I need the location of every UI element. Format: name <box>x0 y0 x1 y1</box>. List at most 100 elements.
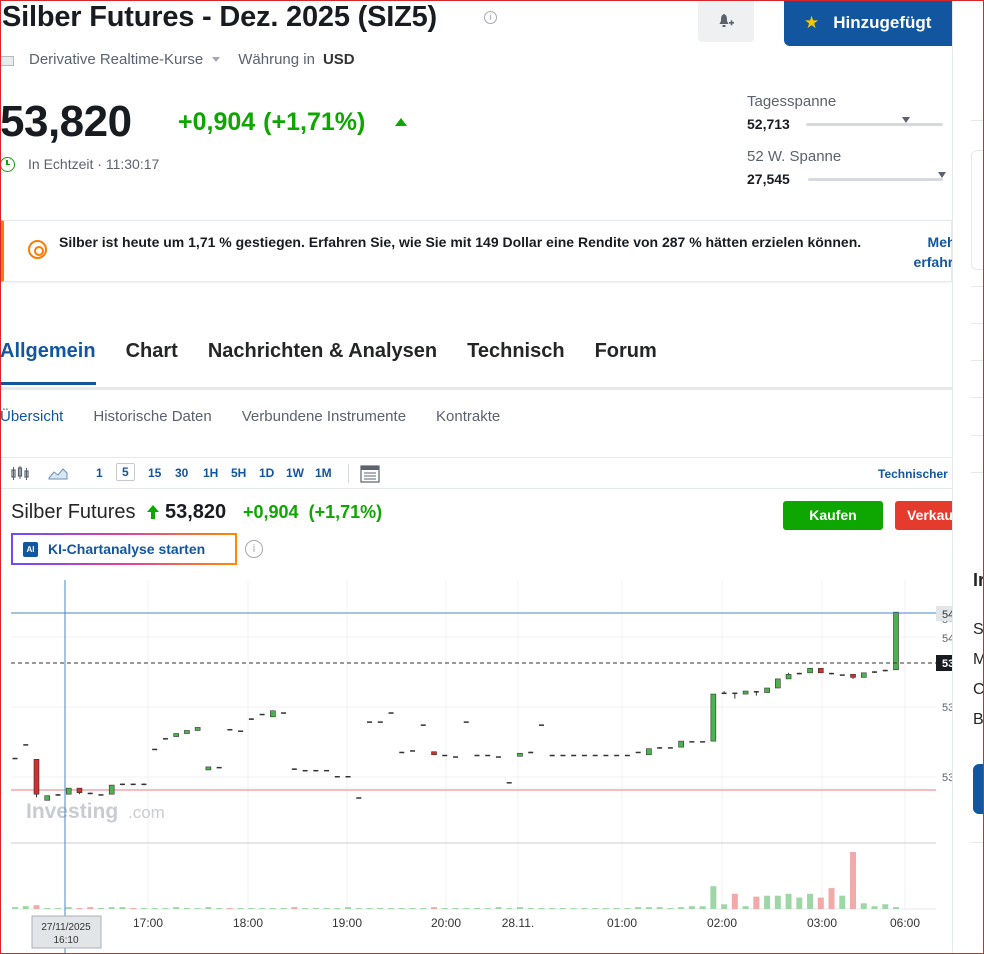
candle <box>474 754 480 757</box>
x-tick-label: 06:00 <box>890 916 920 930</box>
tab-technical[interactable]: Technisch <box>467 340 564 385</box>
info-icon[interactable]: i <box>484 11 497 24</box>
candle <box>420 724 426 726</box>
day-range-marker <box>902 117 910 123</box>
week52-range: 52 W. Spanne 27,545 <box>747 148 947 187</box>
candle <box>55 794 61 796</box>
candle <box>850 674 856 678</box>
price-change: +0,904 (+1,71%) <box>178 108 365 137</box>
arrow-up-icon <box>147 505 159 519</box>
subtab-historical-data[interactable]: Historische Daten <box>93 408 211 425</box>
volume-bar <box>592 908 599 910</box>
volume-bar <box>602 908 609 910</box>
volume-bar <box>624 908 631 910</box>
volume-bar <box>506 908 513 910</box>
candle <box>710 693 717 742</box>
price-chart[interactable]: Investing.com54545353545317:0018:0019:00… <box>0 580 952 954</box>
candle <box>410 750 416 752</box>
tab-news[interactable]: Nachrichten & Analysen <box>208 340 437 385</box>
promo-text: Silber ist heute um 1,71 % gestiegen. Er… <box>59 234 862 250</box>
source-dropdown-label[interactable]: Derivative Realtime-Kurse <box>29 51 203 68</box>
y-tick-label: 53 <box>942 702 952 714</box>
candle <box>592 754 598 757</box>
currency-value: USD <box>322 51 355 68</box>
rail-line: B <box>973 711 984 728</box>
timeframe-1m[interactable]: 1M <box>315 466 332 480</box>
tab-forum[interactable]: Forum <box>595 340 657 385</box>
timeframe-30[interactable]: 30 <box>175 466 188 480</box>
volume-bar <box>291 907 298 909</box>
watchlist-added-button[interactable]: ★ Hinzugefügt <box>784 0 952 46</box>
candle <box>742 690 749 695</box>
learn-more-line1[interactable]: Mehr <box>901 232 952 252</box>
sell-button[interactable]: Verkau <box>895 501 952 530</box>
candle <box>785 674 792 680</box>
timeframe-1d[interactable]: 1D <box>259 466 274 480</box>
candle <box>678 740 684 748</box>
volume-bar <box>151 908 158 910</box>
chevron-down-icon[interactable] <box>212 57 221 62</box>
candle <box>259 713 265 716</box>
candle <box>603 754 609 757</box>
volume-bar <box>764 895 771 909</box>
tab-allgemein[interactable]: Allgemein <box>0 340 96 385</box>
candle <box>829 672 835 675</box>
candle <box>87 792 93 795</box>
subtab-related-instruments[interactable]: Verbundene Instrumente <box>242 408 406 425</box>
volume-bar <box>656 907 663 909</box>
ai-chart-analysis-button[interactable]: AI KI-Chartanalyse starten <box>11 533 237 565</box>
table-view-icon[interactable] <box>360 465 380 483</box>
candle <box>44 795 51 801</box>
candle <box>635 751 641 754</box>
crosshair-price-label: 54 <box>942 609 952 621</box>
candle <box>23 744 29 746</box>
timeframe-5[interactable]: 5 <box>116 463 135 481</box>
buy-button[interactable]: Kaufen <box>783 501 883 530</box>
candle <box>173 733 179 737</box>
timeframe-1w[interactable]: 1W <box>286 466 304 480</box>
timeframe-1[interactable]: 1 <box>96 466 103 480</box>
volume-bar <box>108 907 115 909</box>
volume-bar <box>65 907 72 909</box>
change-percent: (+1,71%) <box>263 108 366 136</box>
rail-button[interactable] <box>973 764 984 814</box>
timeframe-5h[interactable]: 5H <box>231 466 246 480</box>
candle <box>98 794 104 796</box>
right-sidebar: Ir S M C B <box>952 0 984 954</box>
area-chart-icon[interactable] <box>48 465 68 481</box>
crosshair-time-label: 16:10 <box>53 935 78 946</box>
volume-bar <box>130 908 137 910</box>
add-alert-button[interactable] <box>698 0 754 42</box>
candle <box>291 768 297 770</box>
subtab-overview[interactable]: Übersicht <box>0 408 63 425</box>
candle <box>817 667 824 674</box>
rail-line: C <box>973 681 984 698</box>
tab-chart[interactable]: Chart <box>126 340 178 385</box>
rail-line: S <box>973 621 984 638</box>
main-content: Silber Futures - Dez. 2025 (SIZ5) i ★ Hi… <box>0 0 952 954</box>
technical-chart-link[interactable]: Technischer <box>878 467 948 481</box>
candle <box>302 769 308 772</box>
page-title: Silber Futures - Dez. 2025 (SIZ5) <box>2 1 437 33</box>
candle <box>377 721 383 723</box>
timeframe-1h[interactable]: 1H <box>203 466 218 480</box>
target-icon <box>28 240 47 259</box>
volume-bar <box>559 908 566 910</box>
rail-divider <box>971 472 984 473</box>
candle <box>162 738 168 740</box>
info-icon[interactable]: i <box>245 540 263 558</box>
learn-more-line2[interactable]: erfahre <box>901 252 952 272</box>
volume-bar <box>33 905 40 909</box>
volume-bar <box>280 908 287 910</box>
timeframe-15[interactable]: 15 <box>148 466 161 480</box>
promo-learn-more-link[interactable]: Mehr erfahre <box>901 232 952 272</box>
candlestick-icon[interactable] <box>10 465 30 481</box>
volume-bar <box>12 907 18 909</box>
sub-tabs: Übersicht Historische Daten Verbundene I… <box>0 408 530 425</box>
volume-bar <box>312 908 319 910</box>
candle <box>657 747 663 749</box>
subtab-contracts[interactable]: Kontrakte <box>436 408 500 425</box>
promo-banner: Silber ist heute um 1,71 % gestiegen. Er… <box>0 220 952 282</box>
candle <box>453 756 458 758</box>
rail-line: M <box>973 651 984 669</box>
